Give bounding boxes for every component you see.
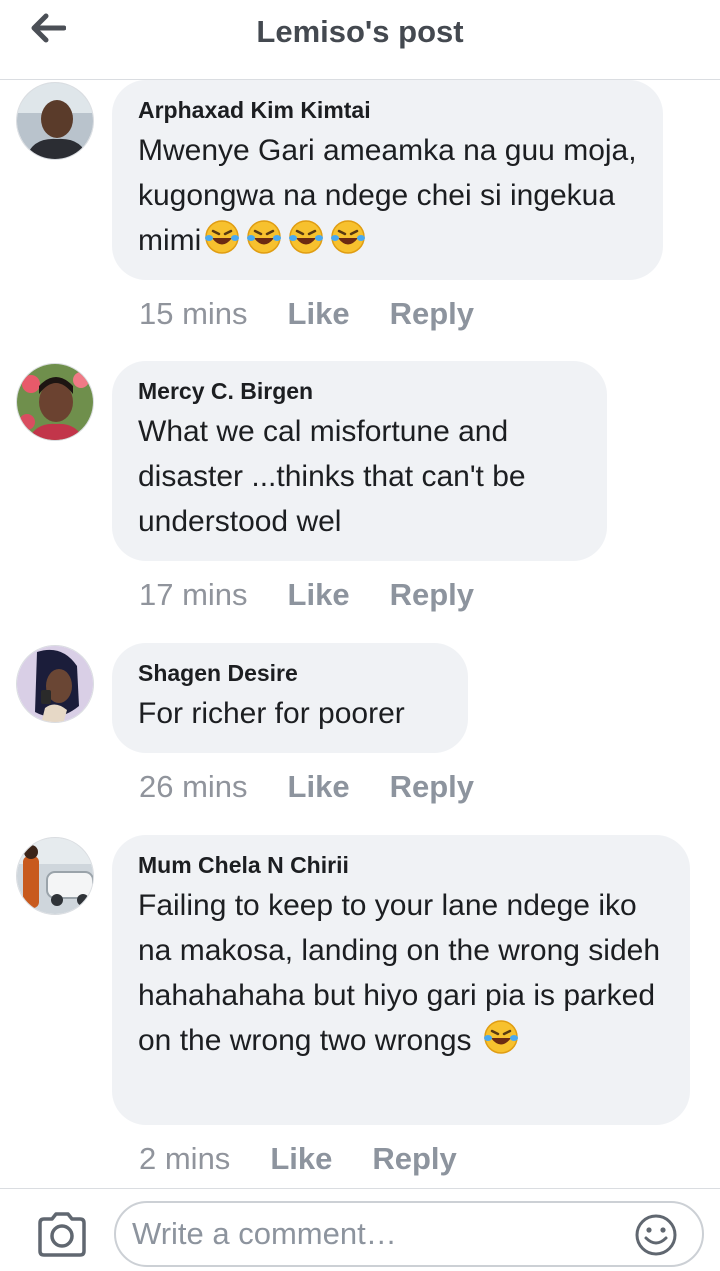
comment-text-body: Failing to keep to your lane ndege iko n… (138, 889, 669, 1057)
comment-timestamp: 15 mins (139, 296, 248, 331)
rofl-emoji-icon (327, 220, 369, 257)
avatar[interactable] (16, 645, 94, 723)
comment-actions: 17 mins Like Reply (139, 577, 474, 613)
rofl-emoji-icon (285, 220, 327, 257)
emoji-button[interactable] (634, 1213, 678, 1257)
like-button[interactable]: Like (288, 769, 350, 805)
comment-text: Mwenye Gari ameamka na guu moja, kugongw… (138, 128, 637, 263)
rofl-emoji-icon (243, 220, 285, 257)
avatar[interactable] (16, 82, 94, 160)
comment-author[interactable]: Arphaxad Kim Kimtai (138, 96, 637, 124)
avatar[interactable] (16, 837, 94, 915)
comment-actions: 2 mins Like Reply (139, 1141, 457, 1177)
comment-actions: 15 mins Like Reply (139, 296, 474, 332)
page-title: Lemiso's post (256, 14, 464, 49)
smiley-icon (635, 1214, 677, 1256)
rofl-emoji-icon (201, 220, 243, 257)
comment-author[interactable]: Shagen Desire (138, 659, 442, 687)
like-button[interactable]: Like (288, 296, 350, 332)
comment-author[interactable]: Mum Chela N Chirii (138, 851, 664, 879)
top-bar: Lemiso's post (0, 0, 720, 80)
comment-text: Failing to keep to your lane ndege iko n… (138, 883, 664, 1063)
comment-text: For richer for poorer (138, 697, 405, 730)
comment-input-box[interactable] (114, 1201, 704, 1267)
reply-button[interactable]: Reply (390, 769, 474, 805)
camera-icon (38, 1212, 86, 1257)
comment-bubble: Mercy C. Birgen What we cal misfortune a… (112, 361, 607, 561)
comment-timestamp: 26 mins (139, 769, 248, 804)
comment-timestamp: 2 mins (139, 1141, 231, 1176)
reply-button[interactable]: Reply (390, 577, 474, 613)
comment-bubble: Arphaxad Kim Kimtai Mwenye Gari ameamka … (112, 80, 663, 280)
comment-composer (0, 1188, 720, 1271)
comment-bubble: Mum Chela N Chirii Failing to keep to yo… (112, 835, 690, 1125)
reply-button[interactable]: Reply (372, 1141, 456, 1177)
comments-list: Arphaxad Kim Kimtai Mwenye Gari ameamka … (0, 80, 720, 1188)
comment-bubble: Shagen Desire For richer for poorer (112, 643, 468, 753)
camera-button[interactable] (36, 1211, 88, 1257)
comment-input[interactable] (130, 1211, 614, 1257)
avatar[interactable] (16, 363, 94, 441)
comment-text: What we cal misfortune and disaster ...t… (138, 415, 534, 538)
like-button[interactable]: Like (288, 577, 350, 613)
rofl-emoji-icon (480, 1020, 522, 1057)
reply-button[interactable]: Reply (390, 296, 474, 332)
comment-author[interactable]: Mercy C. Birgen (138, 377, 581, 405)
like-button[interactable]: Like (270, 1141, 332, 1177)
comment-actions: 26 mins Like Reply (139, 769, 474, 805)
comment-timestamp: 17 mins (139, 577, 248, 612)
